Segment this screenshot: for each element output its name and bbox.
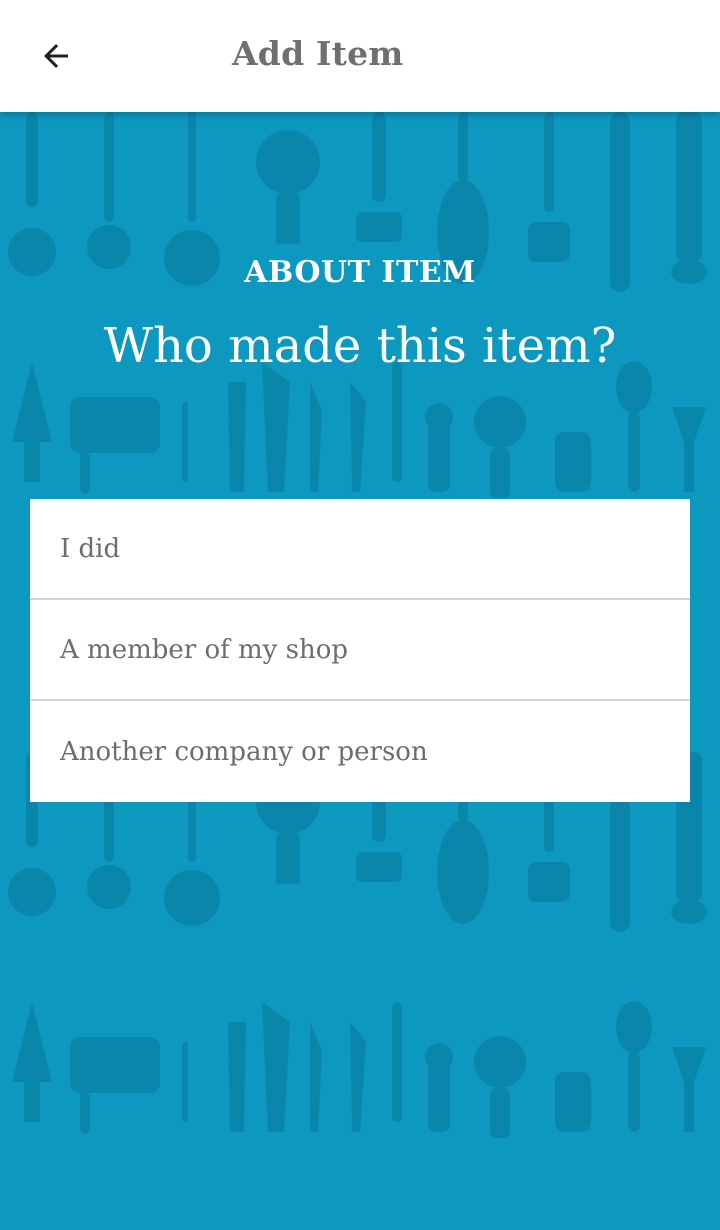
page-title: Add Item (232, 34, 404, 73)
question-heading: Who made this item? (103, 318, 617, 374)
section-label: ABOUT ITEM (244, 255, 476, 290)
arrow-left-icon (44, 44, 68, 68)
option-i-did[interactable]: I did (30, 499, 690, 600)
option-another-company[interactable]: Another company or person (30, 701, 690, 802)
maker-options-list: I did A member of my shop Another compan… (30, 499, 690, 802)
option-shop-member[interactable]: A member of my shop (30, 600, 690, 701)
back-button[interactable] (22, 24, 90, 88)
app-bar: Add Item (0, 0, 720, 112)
